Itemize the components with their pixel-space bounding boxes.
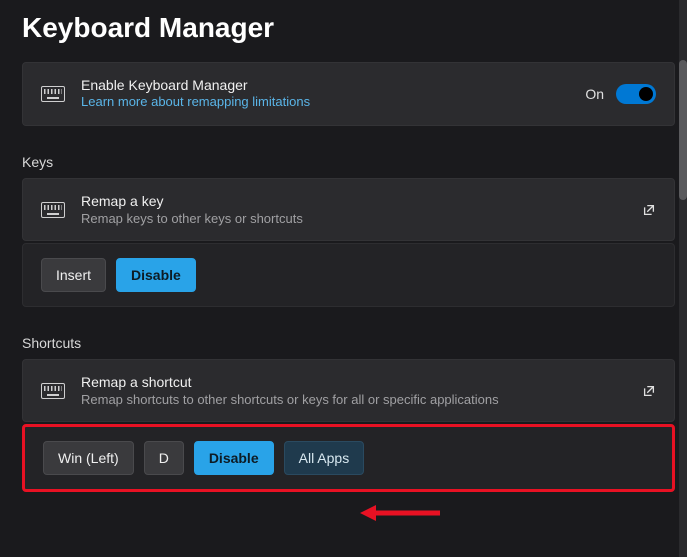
key-chip-win-left[interactable]: Win (Left) <box>43 441 134 475</box>
page-title: Keyboard Manager <box>22 0 675 62</box>
enable-toggle[interactable] <box>616 84 656 104</box>
toggle-knob <box>639 87 653 101</box>
enable-keyboard-manager-card: Enable Keyboard Manager Learn more about… <box>22 62 675 126</box>
remap-shortcut-subtitle: Remap shortcuts to other shortcuts or ke… <box>81 392 626 407</box>
shortcuts-section-label: Shortcuts <box>22 335 675 351</box>
scrollbar[interactable] <box>679 0 687 557</box>
key-remap-row: Insert Disable <box>22 243 675 307</box>
keys-section-label: Keys <box>22 154 675 170</box>
keyboard-icon <box>41 202 65 218</box>
key-chip-disable[interactable]: Disable <box>194 441 274 475</box>
keyboard-icon <box>41 383 65 399</box>
annotation-arrow <box>360 503 440 523</box>
shortcut-remap-row-highlighted: Win (Left) D Disable All Apps <box>22 424 675 492</box>
scrollbar-thumb[interactable] <box>679 60 687 200</box>
learn-more-link[interactable]: Learn more about remapping limitations <box>81 94 310 109</box>
key-chip-disable[interactable]: Disable <box>116 258 196 292</box>
remap-shortcut-title: Remap a shortcut <box>81 374 626 390</box>
key-chip-insert[interactable]: Insert <box>41 258 106 292</box>
external-link-icon <box>642 203 656 217</box>
external-link-icon <box>642 384 656 398</box>
remap-shortcut-card[interactable]: Remap a shortcut Remap shortcuts to othe… <box>22 359 675 422</box>
enable-card-title: Enable Keyboard Manager <box>81 77 569 93</box>
toggle-label: On <box>585 86 604 102</box>
keyboard-icon <box>41 86 65 102</box>
remap-key-card[interactable]: Remap a key Remap keys to other keys or … <box>22 178 675 241</box>
key-chip-all-apps[interactable]: All Apps <box>284 441 365 475</box>
key-chip-d[interactable]: D <box>144 441 184 475</box>
remap-key-title: Remap a key <box>81 193 626 209</box>
remap-key-subtitle: Remap keys to other keys or shortcuts <box>81 211 626 226</box>
